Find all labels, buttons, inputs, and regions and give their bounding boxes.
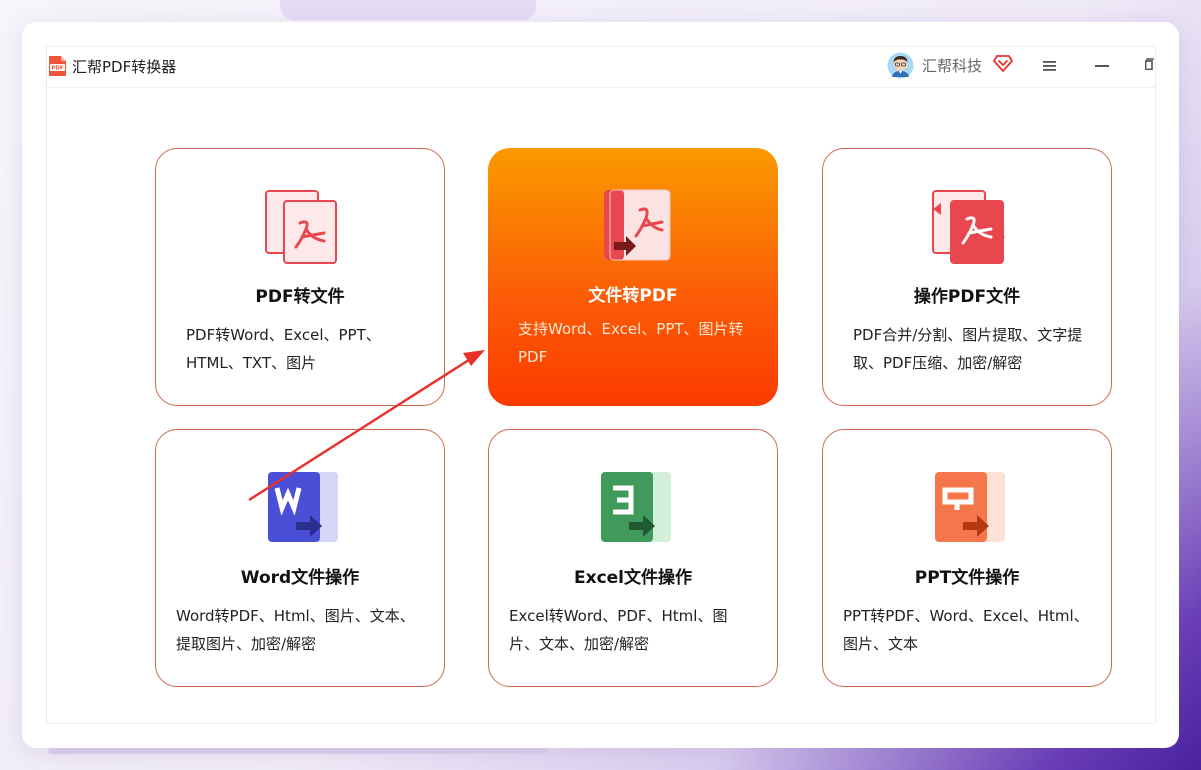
card-word-operations[interactable]: Word文件操作 Word转PDF、Html、图片、文本、提取图片、加密/解密	[155, 429, 445, 687]
background-bar	[48, 748, 548, 754]
card-operate-pdf[interactable]: 操作PDF文件 PDF合并/分割、图片提取、文字提取、PDF压缩、加密/解密	[822, 148, 1112, 406]
svg-text:PDF: PDF	[51, 66, 64, 72]
maximize-icon[interactable]	[1145, 58, 1154, 70]
minimize-icon[interactable]	[1095, 65, 1109, 67]
vip-diamond-icon[interactable]	[993, 53, 1013, 73]
card-title: PPT文件操作	[914, 568, 1020, 588]
card-title: Word文件操作	[240, 568, 360, 588]
user-name[interactable]: 汇帮科技	[922, 56, 982, 76]
app-title: 汇帮PDF转换器	[72, 58, 177, 76]
file-to-pdf-icon	[604, 189, 671, 261]
excel-icon	[601, 472, 671, 542]
background-tab	[280, 0, 536, 20]
card-description: PPT转PDF、Word、Excel、Html、图片、文本	[843, 607, 1089, 653]
card-excel-operations[interactable]: Excel文件操作 Excel转Word、PDF、Html、图片、文本、加密/解…	[488, 429, 778, 687]
card-ppt-operations[interactable]: PPT文件操作 PPT转PDF、Word、Excel、Html、图片、文本	[822, 429, 1112, 687]
card-title: Excel文件操作	[573, 568, 692, 588]
card-description: PDF转Word、Excel、PPT、HTML、TXT、图片	[186, 326, 381, 372]
card-description: 支持Word、Excel、PPT、图片转PDF	[518, 320, 744, 366]
pdf-logo-icon: PDF	[49, 56, 66, 76]
card-description: PDF合并/分割、图片提取、文字提取、PDF压缩、加密/解密	[853, 326, 1083, 372]
card-title: PDF转文件	[255, 287, 345, 307]
ppt-icon	[935, 472, 1005, 542]
pdf-convert-icon	[265, 190, 337, 264]
user-avatar[interactable]	[887, 52, 914, 79]
title-bar: PDF 汇帮PDF转换器 汇帮科技	[47, 47, 1155, 88]
card-title: 操作PDF文件	[913, 287, 1021, 307]
card-description: Excel转Word、PDF、Html、图片、文本、加密/解密	[509, 607, 728, 653]
hamburger-menu-icon[interactable]	[1042, 59, 1058, 73]
pdf-operate-icon	[932, 190, 1005, 264]
card-pdf-to-file[interactable]: PDF转文件 PDF转Word、Excel、PPT、HTML、TXT、图片	[155, 148, 445, 406]
word-icon	[268, 472, 338, 542]
card-description: Word转PDF、Html、图片、文本、提取图片、加密/解密	[176, 607, 415, 653]
card-title: 文件转PDF	[588, 286, 678, 306]
card-file-to-pdf[interactable]: 文件转PDF 支持Word、Excel、PPT、图片转PDF	[488, 148, 778, 406]
